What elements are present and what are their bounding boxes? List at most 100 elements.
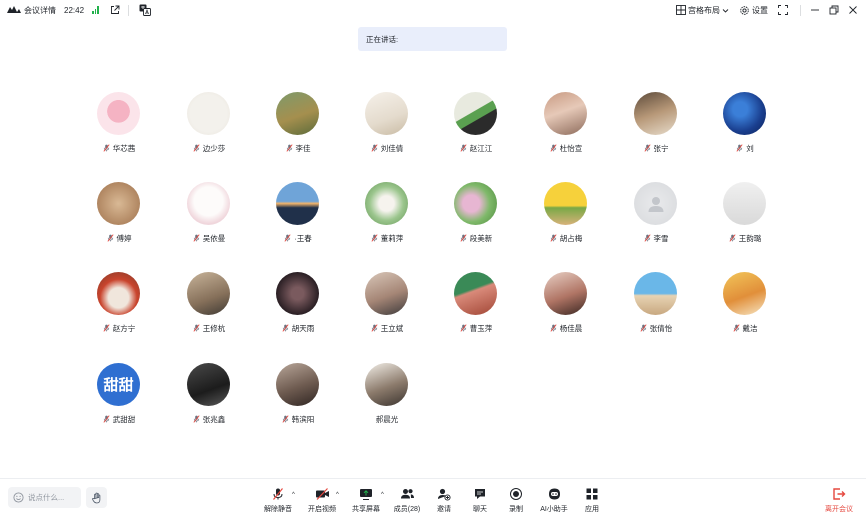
mic-muted-icon <box>103 144 110 152</box>
participant-tile[interactable]: 胡占梅 <box>521 182 611 252</box>
mic-muted-icon <box>460 144 467 152</box>
default-user-icon <box>648 196 663 212</box>
avatar <box>365 92 408 135</box>
mic-muted-icon <box>550 144 557 152</box>
video-options-caret[interactable]: ^ <box>336 492 339 498</box>
participant-name: 王立斌 <box>380 324 404 333</box>
participant-name-row: 韩滨阳 <box>253 414 343 425</box>
participant-tile[interactable]: 边少莎 <box>164 92 254 162</box>
avatar <box>187 272 230 315</box>
avatar <box>634 182 677 225</box>
start-video-button[interactable]: 开启视频 <box>307 487 337 517</box>
avatar <box>187 363 230 406</box>
mic-muted-icon <box>371 324 378 332</box>
avatar <box>187 182 230 225</box>
participant-tile[interactable]: 韩滨阳 <box>253 363 343 433</box>
record-icon <box>510 488 522 500</box>
participant-name-row: 赵方宁 <box>74 323 164 334</box>
participant-tile[interactable]: 董莉萍 <box>342 182 432 252</box>
participant-name-row: 张宁 <box>611 143 701 154</box>
apps-button[interactable]: 应用 <box>581 487 603 517</box>
participant-tile[interactable]: 王韵璐 <box>700 182 790 252</box>
leave-meeting-button[interactable]: 离开会议 <box>822 487 856 517</box>
participant-tile[interactable]: 张宁 <box>611 92 701 162</box>
participant-name: 李佳 <box>295 144 311 153</box>
avatar <box>634 272 677 315</box>
participant-tile[interactable]: 甜甜 武甜甜 <box>74 363 164 433</box>
participant-name-row: ·王春 <box>253 233 343 244</box>
mic-muted-icon <box>736 144 743 152</box>
participant-tile[interactable]: 张兆鑫 <box>164 363 254 433</box>
avatar <box>187 92 230 135</box>
participant-tile[interactable]: 吴依曼 <box>164 182 254 252</box>
participant-name: 王韵璐 <box>738 234 762 243</box>
participant-name-row: 刘佳倩 <box>342 143 432 154</box>
members-button[interactable]: 成员(28) <box>393 487 421 517</box>
mic-muted-icon <box>640 324 647 332</box>
chat-input[interactable]: 说点什么... <box>8 487 81 508</box>
participant-tile[interactable]: 胡天雨 <box>253 272 343 342</box>
participant-name-row: 戴洁 <box>700 323 790 334</box>
invite-button[interactable]: 邀请 <box>433 487 455 517</box>
participant-tile[interactable]: 华芯茜 <box>74 92 164 162</box>
participant-tile[interactable]: 王修杭 <box>164 272 254 342</box>
participant-name-row: 张兆鑫 <box>164 414 254 425</box>
mic-muted-icon <box>106 234 114 242</box>
participant-tile[interactable]: 刘佳倩 <box>342 92 432 162</box>
participant-name-row: 张倩怡 <box>611 323 701 334</box>
participant-tile[interactable]: 傅婷 <box>74 182 164 252</box>
share-options-caret[interactable]: ^ <box>381 492 384 498</box>
avatar <box>634 92 677 135</box>
participant-name-row: 胡天雨 <box>253 323 343 334</box>
audio-options-caret[interactable]: ^ <box>292 492 295 498</box>
raise-hand-button[interactable] <box>86 487 107 508</box>
avatar <box>276 92 319 135</box>
participant-tile[interactable]: 李佳 <box>253 92 343 162</box>
participant-tile[interactable]: 戴洁 <box>700 272 790 342</box>
participant-tile[interactable]: 李雪 <box>611 182 701 252</box>
share-screen-button[interactable]: 共享屏幕 <box>351 487 381 517</box>
participant-name: 张宁 <box>653 144 669 153</box>
share-screen-icon <box>360 489 372 500</box>
participant-name: 边少莎 <box>202 144 226 153</box>
participant-name: 戴洁 <box>742 324 758 333</box>
mic-muted-icon <box>103 324 110 332</box>
participant-name: 华芯茜 <box>112 144 136 153</box>
participant-tile[interactable]: 赵江江 <box>431 92 521 162</box>
participant-tile[interactable]: 杜怡宣 <box>521 92 611 162</box>
unmute-button[interactable]: 解除静音 <box>263 487 293 517</box>
participant-tile[interactable]: ·王春 <box>253 182 343 252</box>
participant-tile[interactable]: 曹玉萍 <box>431 272 521 342</box>
participant-tile[interactable]: 赵方宁 <box>74 272 164 342</box>
record-button[interactable]: 录制 <box>505 487 527 517</box>
participant-tile[interactable]: 张倩怡 <box>611 272 701 342</box>
avatar: 甜甜 <box>97 363 140 406</box>
participant-name: 曹玉萍 <box>469 324 493 333</box>
participant-tile[interactable]: 郝晨光 <box>342 363 432 433</box>
share-screen-label: 共享屏幕 <box>352 506 380 513</box>
chat-button[interactable]: 聊天 <box>469 487 491 517</box>
participant-name: 韩滨阳 <box>291 415 315 424</box>
participant-name-row: 董莉萍 <box>342 233 432 244</box>
ai-assistant-button[interactable]: AI小助手 <box>539 487 569 517</box>
participant-tile[interactable]: 段美新 <box>431 182 521 252</box>
emoji-icon[interactable] <box>13 492 24 503</box>
camera-off-icon <box>315 488 329 500</box>
participant-tile[interactable]: 王立斌 <box>342 272 432 342</box>
participant-name: 胡天雨 <box>291 324 315 333</box>
participant-tile[interactable]: 刘 <box>700 92 790 162</box>
ai-assistant-label: AI小助手 <box>540 506 568 513</box>
participant-name-row: 郝晨光 <box>342 414 432 425</box>
avatar <box>276 363 319 406</box>
participant-tile[interactable]: 杨佳晨 <box>521 272 611 342</box>
participant-name: 赵江江 <box>469 144 493 153</box>
avatar <box>97 272 140 315</box>
leave-icon <box>833 488 846 500</box>
participant-name: 段美新 <box>469 234 493 243</box>
participant-name-row: 华芯茜 <box>74 143 164 154</box>
mic-muted-icon <box>285 144 293 152</box>
participant-name: 张倩怡 <box>649 324 673 333</box>
participant-name: 赵方宁 <box>112 324 136 333</box>
invite-label: 邀请 <box>437 506 451 513</box>
mic-muted-icon <box>193 415 200 423</box>
